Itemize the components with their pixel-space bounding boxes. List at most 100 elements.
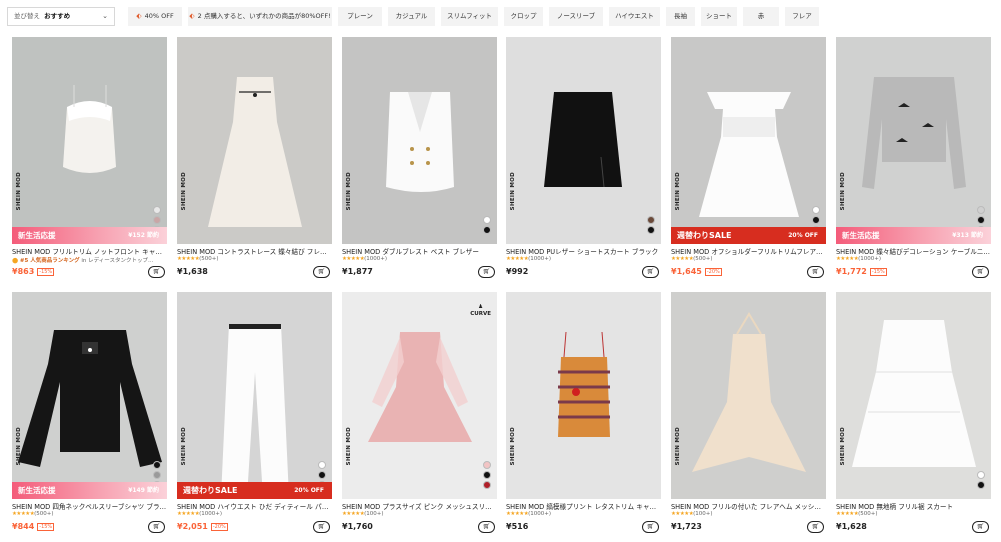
add-to-cart-button[interactable]: 🛒︎	[807, 266, 824, 278]
curve-label: CURVE	[470, 311, 491, 317]
add-to-cart-button[interactable]: 🛒︎	[148, 521, 165, 533]
filter-chip[interactable]: クロップ	[504, 7, 543, 26]
product-image[interactable]: SHEIN MOD	[506, 292, 661, 499]
price: ¥2,051 -20%	[177, 522, 228, 531]
add-to-cart-button[interactable]: 🛒︎	[313, 266, 330, 278]
filter-chip[interactable]: プレーン	[338, 7, 382, 26]
product-title[interactable]: SHEIN MOD コントラストレース 蝶々結び フレアドレス	[177, 246, 332, 256]
color-swatch[interactable]	[318, 461, 326, 469]
color-swatch[interactable]	[647, 226, 655, 234]
add-to-cart-button[interactable]: 🛒︎	[478, 266, 495, 278]
add-to-cart-button[interactable]: 🛒︎	[148, 266, 165, 278]
product-card[interactable]: SHEIN MOD 新生活応援 ¥313 節約 SHEIN MOD 蝶々結びデコレーシ…	[836, 37, 991, 282]
product-image[interactable]: SHEIN MOD 新生活応援 ¥152 節約	[12, 37, 167, 244]
product-image[interactable]: SHEIN MOD	[342, 37, 497, 244]
filter-chip[interactable]: ハイウエスト	[609, 7, 660, 26]
product-card[interactable]: SHEIN MOD SHEIN MOD フリルの付いた フレアヘム メッシュトップ…	[671, 292, 826, 537]
product-card[interactable]: SHEIN MOD 新生活応援 ¥152 節約 SHEIN MOD フリルトリム ノッ…	[12, 37, 167, 282]
filter-chip[interactable]: スリムフィット	[441, 7, 498, 26]
product-title[interactable]: SHEIN MOD 縞模様プリント レタストリム キャミトップ	[506, 501, 661, 511]
product-image[interactable]: SHEIN MOD ♟ CURVE	[342, 292, 497, 499]
product-title[interactable]: SHEIN MOD 蝶々結びデコレーション ケーブルニット	[836, 246, 991, 256]
product-image[interactable]: SHEIN MOD	[506, 37, 661, 244]
add-to-cart-button[interactable]: 🛒︎	[972, 266, 989, 278]
product-image[interactable]: SHEIN MOD 新生活応援 ¥313 節約	[836, 37, 991, 244]
price: ¥1,645 -20%	[671, 267, 722, 276]
color-swatch[interactable]	[483, 461, 491, 469]
product-image[interactable]: SHEIN MOD	[836, 292, 991, 499]
product-photo	[368, 332, 472, 442]
ranking-line[interactable]: ⬤ #5 人気商品ランキング in レディースタンクトップ…	[12, 256, 167, 265]
discount-badge: -15%	[869, 268, 887, 276]
product-title[interactable]: SHEIN MOD PUレザー ショートスカート ブラック	[506, 246, 661, 256]
add-to-cart-button[interactable]: 🛒︎	[642, 266, 659, 278]
filter-chip[interactable]: 長袖	[666, 7, 695, 26]
color-swatch[interactable]	[977, 206, 985, 214]
product-image[interactable]: SHEIN MOD 週替わりSALE 20% OFF	[177, 292, 332, 499]
product-title[interactable]: SHEIN MOD ダブルブレスト ベスト ブレザー	[342, 246, 497, 256]
product-title[interactable]: SHEIN MOD プラスサイズ ピンク メッシュスリーブドレス	[342, 501, 497, 511]
add-to-cart-button[interactable]: 🛒︎	[807, 521, 824, 533]
color-swatch[interactable]	[153, 461, 161, 469]
color-swatch[interactable]	[812, 206, 820, 214]
color-swatch[interactable]	[318, 471, 326, 479]
promo-banner-label: 週替わりSALE	[677, 231, 732, 240]
color-swatch[interactable]	[153, 471, 161, 479]
product-title[interactable]: SHEIN MOD 四角ネックベルスリーブシャツ ブラック	[12, 501, 167, 511]
product-image[interactable]: SHEIN MOD 新生活応援 ¥149 節約	[12, 292, 167, 499]
color-swatch[interactable]	[153, 206, 161, 214]
add-to-cart-button[interactable]: 🛒︎	[478, 521, 495, 533]
color-swatch[interactable]	[483, 481, 491, 489]
cart-icon: 🛒︎	[152, 523, 161, 530]
product-image[interactable]: SHEIN MOD 週替わりSALE 20% OFF	[671, 37, 826, 244]
product-card[interactable]: SHEIN MOD ♟ CURVE SHEIN MOD プラスサイズ ピンク メッシュ…	[342, 292, 497, 537]
add-to-cart-button[interactable]: 🛒︎	[972, 521, 989, 533]
color-swatch[interactable]	[483, 471, 491, 479]
color-swatch[interactable]	[647, 216, 655, 224]
filter-chip-label: 2 点購入すると、いずれかの商品が80%OFF!	[197, 12, 331, 20]
cart-icon: 🛒︎	[646, 523, 655, 530]
price: ¥516	[506, 522, 528, 531]
filter-chip[interactable]: カジュアル	[388, 7, 435, 26]
product-card[interactable]: SHEIN MOD SHEIN MOD 無地柄 フリル裾 スカート ★★★★★(50…	[836, 292, 991, 537]
product-title[interactable]: SHEIN MOD 無地柄 フリル裾 スカート	[836, 501, 991, 511]
rating-stars: ★★★★★	[506, 256, 529, 262]
color-swatch[interactable]	[483, 216, 491, 224]
color-swatch[interactable]	[483, 226, 491, 234]
review-count: (500+)	[693, 256, 713, 262]
filter-chip[interactable]: ショート	[701, 7, 737, 26]
product-card[interactable]: SHEIN MOD SHEIN MOD 縞模様プリント レタストリム キャミトップ…	[506, 292, 661, 537]
price: ¥863 -15%	[12, 267, 55, 276]
product-title[interactable]: SHEIN MOD フリルの付いた フレアヘム メッシュトップ	[671, 501, 826, 511]
product-card[interactable]: SHEIN MOD 週替わりSALE 20% OFF SHEIN MOD オフショルダ…	[671, 37, 826, 282]
product-card[interactable]: SHEIN MOD SHEIN MOD PUレザー ショートスカート ブラック ★★…	[506, 37, 661, 282]
color-swatch[interactable]	[977, 216, 985, 224]
filter-chip[interactable]: フレア	[785, 7, 819, 26]
color-swatch[interactable]	[977, 481, 985, 489]
add-to-cart-button[interactable]: 🛒︎	[313, 521, 330, 533]
filter-chip[interactable]: 赤	[743, 7, 779, 26]
product-title[interactable]: SHEIN MOD ハイウエスト ひだ ディティール パンツ	[177, 501, 332, 511]
add-to-cart-button[interactable]: 🛒︎	[642, 521, 659, 533]
color-swatch[interactable]	[812, 216, 820, 224]
color-swatch[interactable]	[977, 471, 985, 479]
ranking-in: in	[81, 258, 87, 264]
color-swatches	[483, 459, 492, 489]
review-count: (1000+)	[858, 256, 882, 262]
filter-chip[interactable]: ⬖ 40% OFF	[128, 7, 182, 26]
sort-dropdown[interactable]: 並び替え おすすめ ⌄	[7, 7, 115, 26]
product-title[interactable]: SHEIN MOD フリルトリム ノットフロント キャミソール	[12, 246, 167, 256]
product-image[interactable]: SHEIN MOD	[177, 37, 332, 244]
product-card[interactable]: SHEIN MOD 新生活応援 ¥149 節約 SHEIN MOD 四角ネックベルスリ…	[12, 292, 167, 537]
color-swatch[interactable]	[153, 216, 161, 224]
product-card[interactable]: SHEIN MOD SHEIN MOD コントラストレース 蝶々結び フレアドレス…	[177, 37, 332, 282]
filter-chip[interactable]: ⬖ 2 点購入すると、いずれかの商品が80%OFF!	[188, 7, 332, 26]
product-card[interactable]: SHEIN MOD 週替わりSALE 20% OFF SHEIN MOD ハイウエスト…	[177, 292, 332, 537]
price: ¥1,638	[177, 267, 208, 276]
price-value: ¥1,772	[836, 267, 867, 276]
brand-watermark: SHEIN MOD	[510, 171, 516, 210]
product-image[interactable]: SHEIN MOD	[671, 292, 826, 499]
filter-chip[interactable]: ノースリーブ	[549, 7, 603, 26]
product-title[interactable]: SHEIN MOD オフショルダーフリルトリムフレアドレス	[671, 246, 826, 256]
product-card[interactable]: SHEIN MOD SHEIN MOD ダブルブレスト ベスト ブレザー ★★★★★…	[342, 37, 497, 282]
